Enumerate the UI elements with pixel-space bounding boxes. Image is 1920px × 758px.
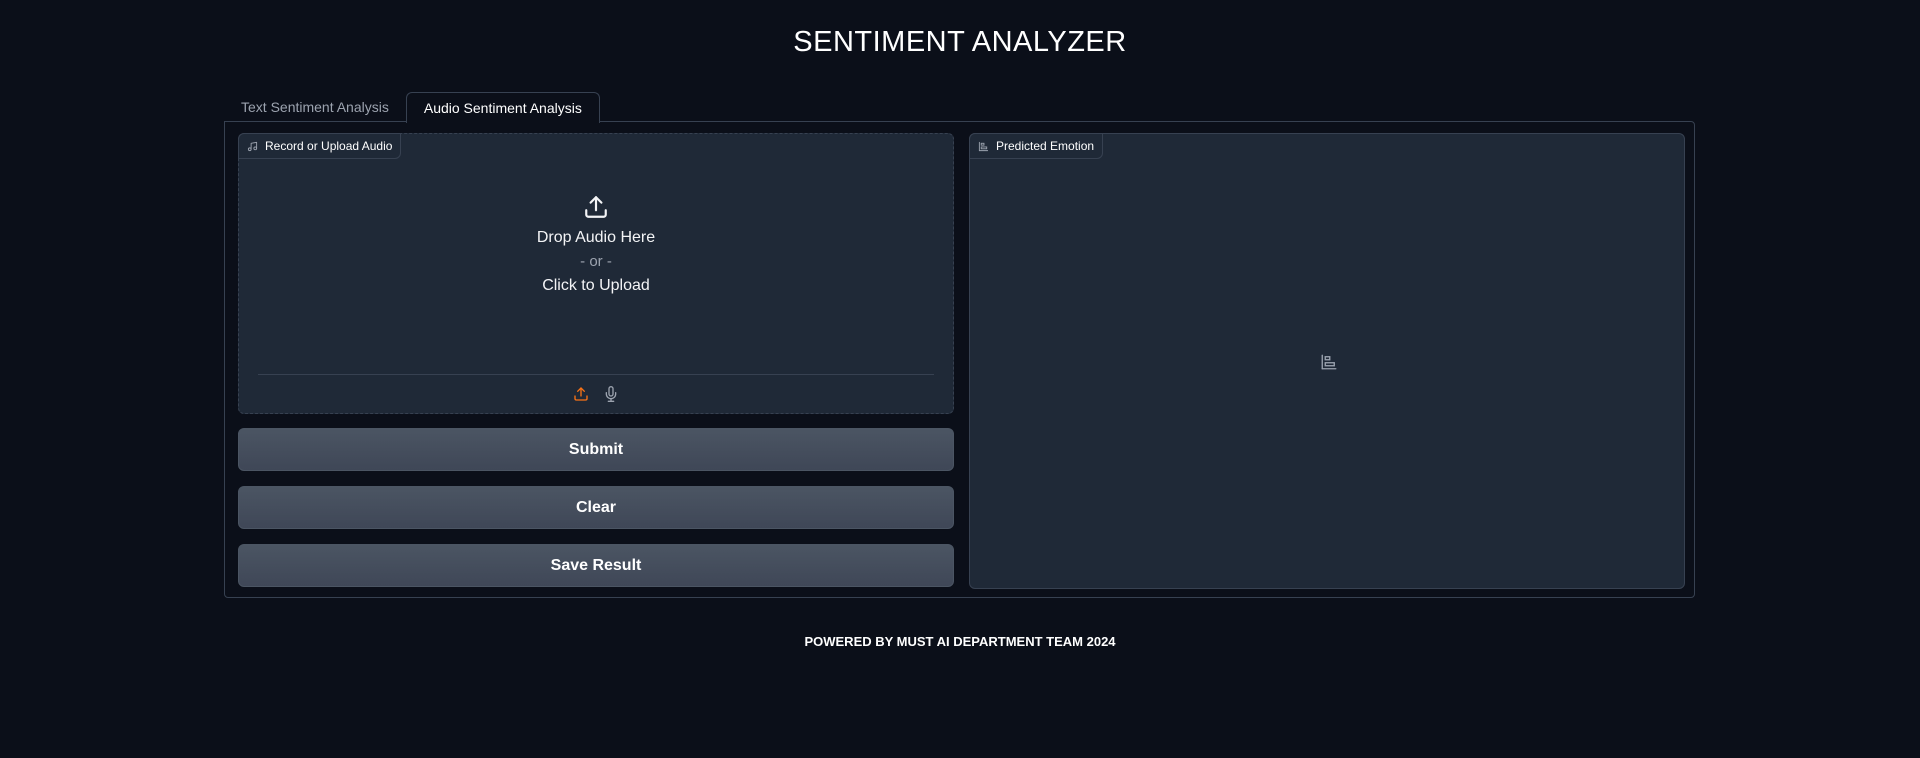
upload-icon — [239, 194, 953, 220]
tab-audio-sentiment[interactable]: Audio Sentiment Analysis — [405, 92, 600, 123]
predicted-emotion-label: Predicted Emotion — [969, 133, 1104, 159]
predicted-emotion-label-text: Predicted Emotion — [996, 139, 1095, 153]
tab-text-sentiment[interactable]: Text Sentiment Analysis — [224, 92, 406, 122]
upload-source-icon[interactable] — [571, 384, 591, 404]
tab-bar: Text Sentiment Analysis Audio Sentiment … — [224, 92, 600, 123]
audio-source-selector — [258, 374, 934, 413]
audio-input-label-text: Record or Upload Audio — [265, 139, 393, 153]
footer-credit: POWERED BY MUST AI DEPARTMENT TEAM 2024 — [804, 634, 1116, 649]
audio-tab-panel: Record or Upload Audio Drop Audio Here -… — [224, 121, 1695, 598]
clear-button[interactable]: Clear — [238, 486, 954, 529]
audio-drop-zone[interactable]: Drop Audio Here - or - Click to Upload — [239, 194, 953, 298]
bar-chart-icon — [978, 141, 989, 152]
or-separator-text: - or - — [580, 253, 612, 270]
microphone-icon[interactable] — [601, 383, 621, 405]
predicted-emotion-block: Predicted Emotion — [969, 133, 1685, 589]
page-title: SENTIMENT ANALYZER — [793, 26, 1127, 58]
music-note-icon — [247, 141, 258, 152]
click-to-upload-text: Click to Upload — [542, 277, 650, 294]
save-result-button[interactable]: Save Result — [238, 544, 954, 587]
submit-button[interactable]: Submit — [238, 428, 954, 471]
audio-input-label: Record or Upload Audio — [238, 133, 402, 159]
drop-audio-text: Drop Audio Here — [536, 229, 656, 246]
empty-bar-chart-icon — [1320, 353, 1338, 371]
audio-input-block: Record or Upload Audio Drop Audio Here -… — [238, 133, 954, 414]
